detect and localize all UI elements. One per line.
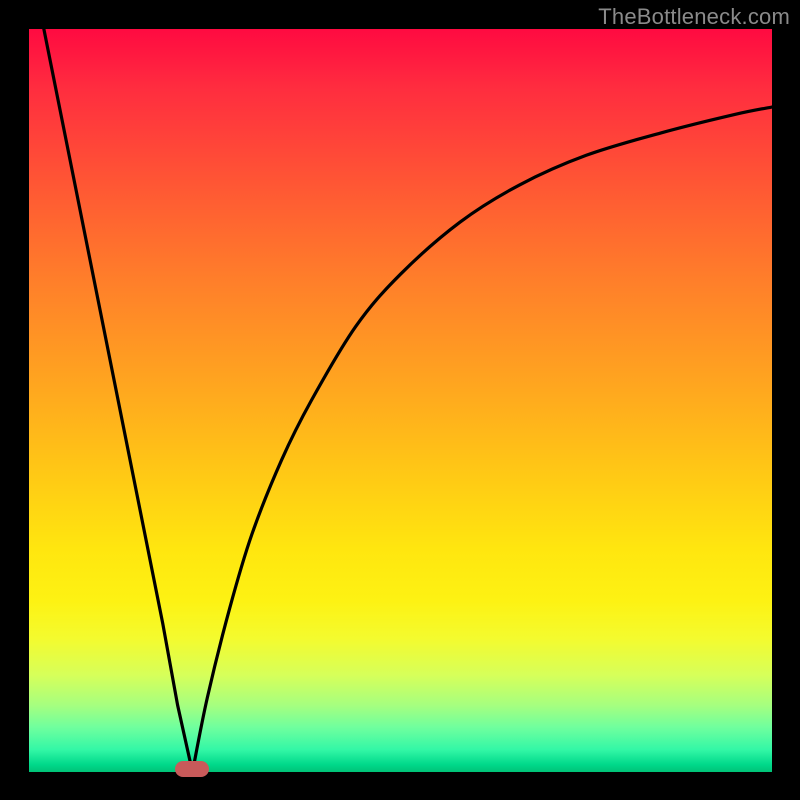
- chart-frame: TheBottleneck.com: [0, 0, 800, 800]
- curve-layer: [29, 29, 772, 772]
- bottleneck-curve: [44, 29, 772, 772]
- watermark-text: TheBottleneck.com: [598, 4, 790, 30]
- optimal-marker: [175, 761, 209, 777]
